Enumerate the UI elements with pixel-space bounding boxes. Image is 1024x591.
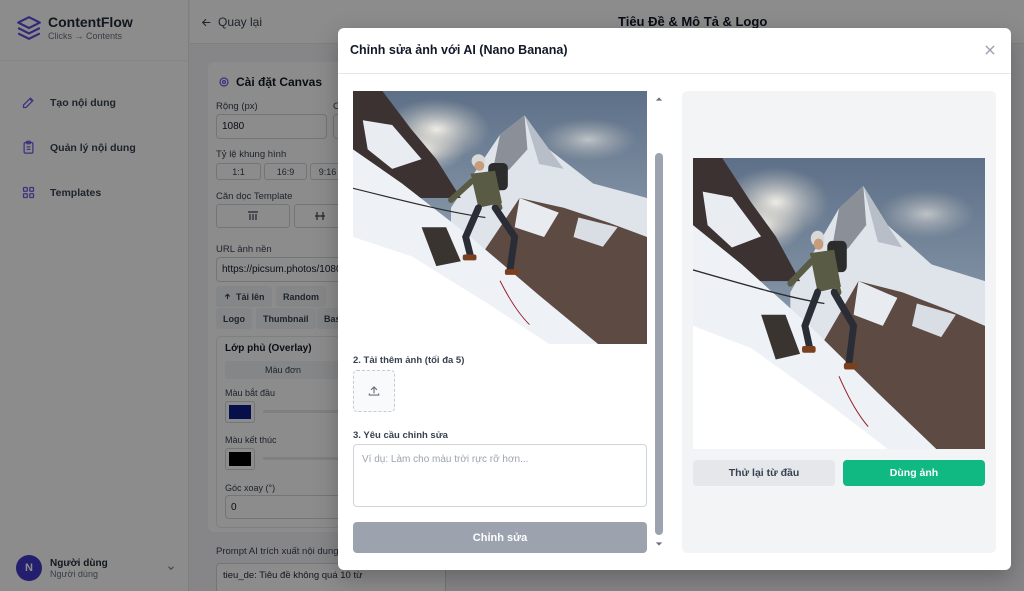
edit-request-textarea[interactable]: Ví dụ: Làm cho màu trời rực rỡ hơn...: [353, 444, 647, 507]
scroll-down-arrow-icon[interactable]: [655, 540, 663, 548]
scroll-up-arrow-icon[interactable]: [655, 95, 663, 103]
step3-label: 3. Yêu cầu chỉnh sửa: [353, 430, 448, 441]
scrollbar-thumb[interactable]: [655, 153, 663, 535]
mountain-climber-result-image: [693, 158, 985, 449]
modal-header: Chỉnh sửa ảnh với AI (Nano Banana): [338, 28, 1011, 74]
source-image: [353, 91, 647, 344]
step2-label: 2. Tải thêm ảnh (tối đa 5): [353, 355, 465, 366]
upload-icon: [368, 386, 380, 396]
ai-image-edit-modal: Chỉnh sửa ảnh với AI (Nano Banana) 2. Tả…: [338, 28, 1011, 570]
close-icon[interactable]: [983, 43, 997, 57]
edit-button[interactable]: Chỉnh sửa: [353, 522, 647, 553]
modal-title: Chỉnh sửa ảnh với AI (Nano Banana): [350, 43, 568, 57]
upload-more-images-button[interactable]: [353, 370, 395, 412]
retry-button[interactable]: Thử lại từ đầu: [693, 460, 835, 486]
edit-form: 2. Tải thêm ảnh (tối đa 5) 3. Yêu cầu ch…: [353, 91, 648, 559]
mountain-climber-image: [353, 91, 647, 344]
result-image: [693, 158, 985, 449]
scrollbar[interactable]: [654, 91, 664, 553]
result-panel: Thử lại từ đầu Dùng ảnh: [682, 91, 996, 553]
use-image-button[interactable]: Dùng ảnh: [843, 460, 985, 486]
